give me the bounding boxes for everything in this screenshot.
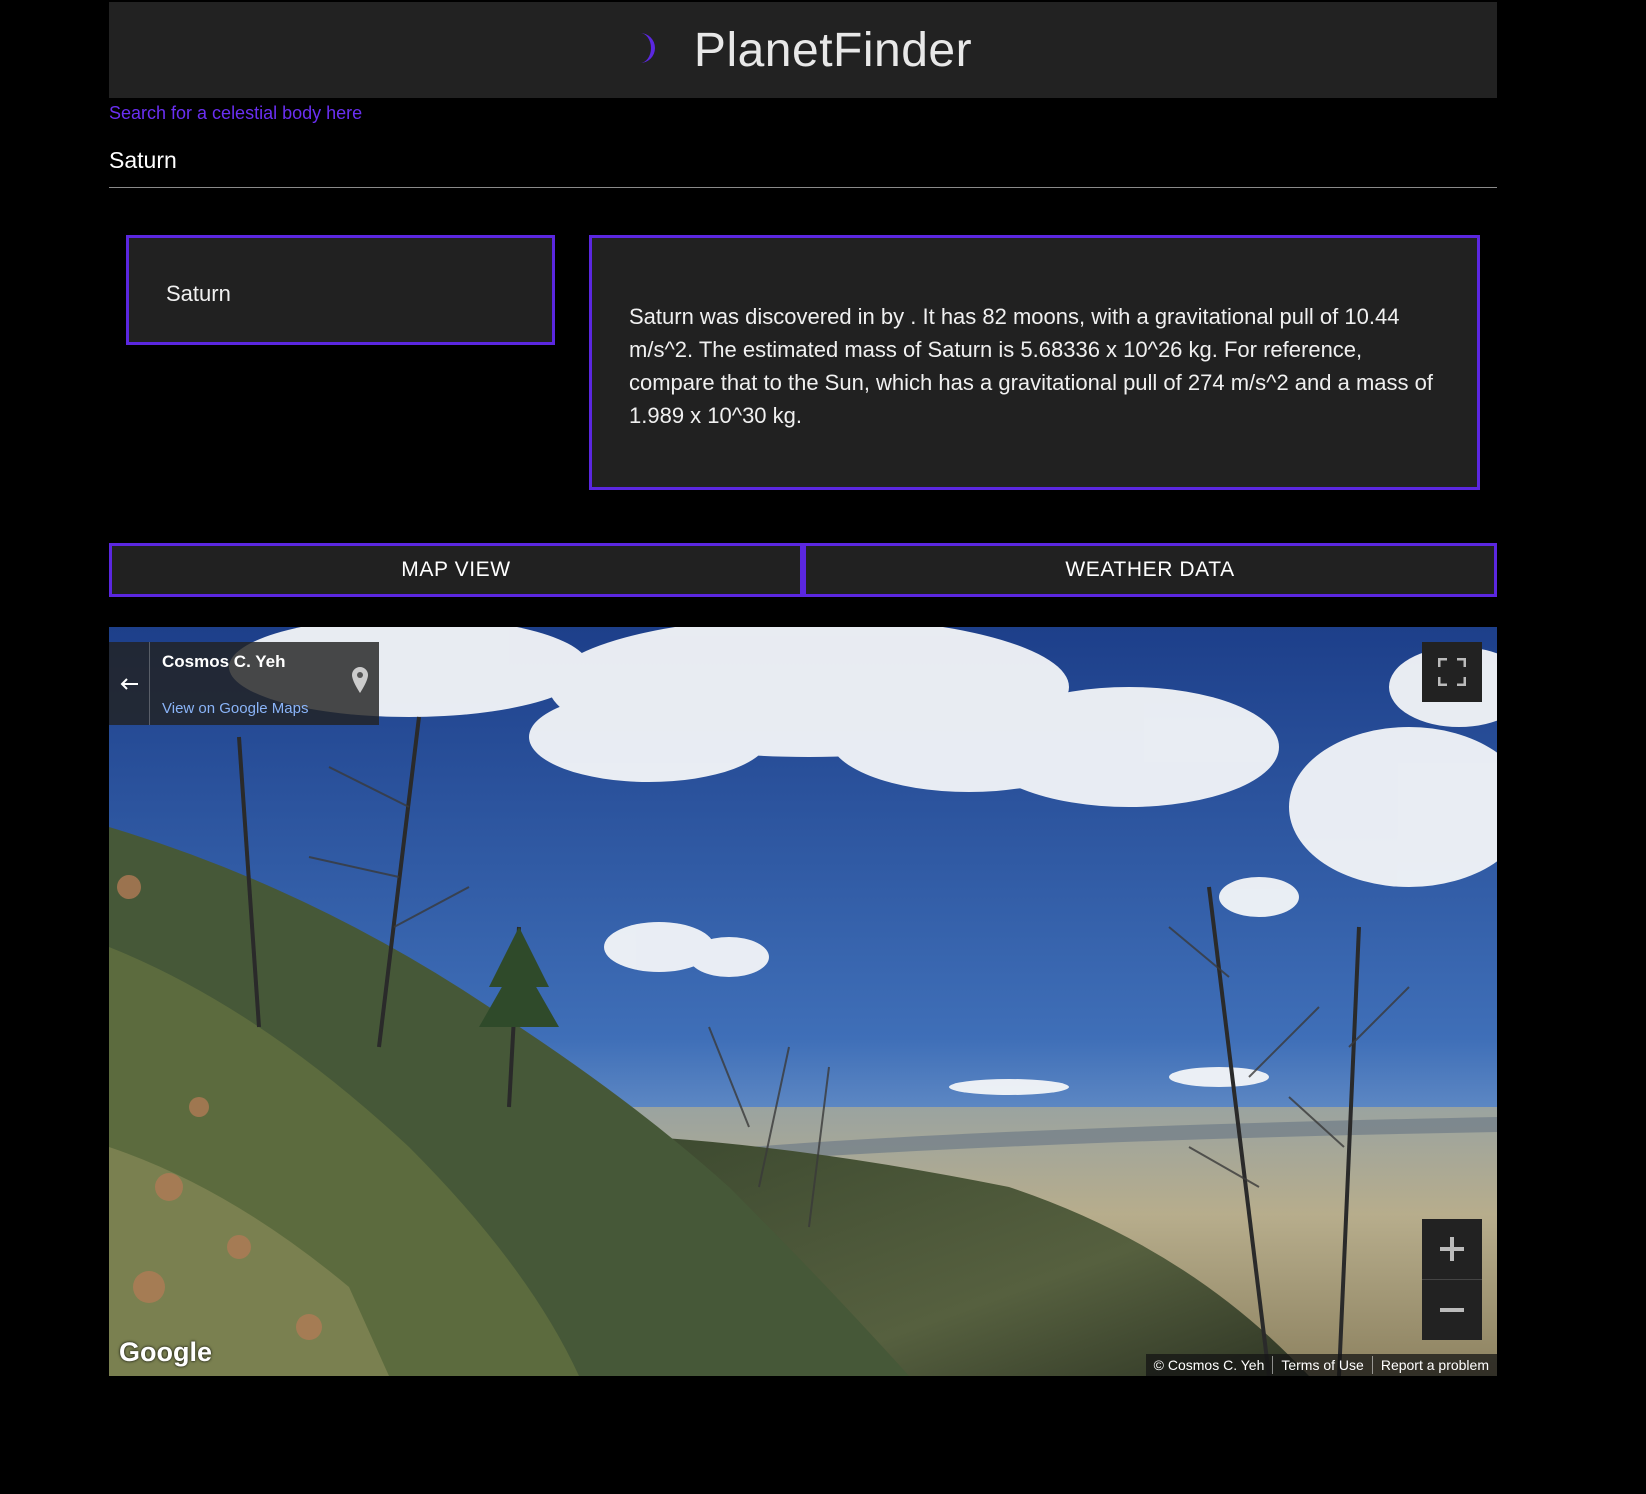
planet-name-card: Saturn [126,235,555,345]
map-attribution-bar: © Cosmos C. Yeh Terms of Use Report a pr… [1145,1354,1497,1376]
place-name: Cosmos C. Yeh [162,652,286,671]
terms-of-use-link[interactable]: Terms of Use [1272,1356,1371,1374]
search-label: Search for a celestial body here [109,103,363,123]
place-info-card: Cosmos C. Yeh View on Google Maps [109,642,379,725]
header-bar: PlanetFinder [109,2,1497,98]
street-view-panorama[interactable]: Cosmos C. Yeh View on Google Maps Google… [109,627,1497,1376]
report-problem-link[interactable]: Report a problem [1371,1356,1497,1374]
arrow-left-icon [120,677,138,690]
google-logo: Google [119,1337,212,1367]
plus-icon [1440,1237,1464,1261]
weather-data-tab[interactable]: WEATHER DATA [803,543,1497,597]
panorama-image [109,627,1497,1376]
planet-name: Saturn [166,281,231,306]
planet-info-card: Saturn was discovered in by . It has 82 … [589,235,1480,490]
map-pin-icon[interactable] [351,666,369,694]
map-view-tab[interactable]: MAP VIEW [109,543,803,597]
zoom-out-button[interactable] [1422,1280,1482,1340]
moon-icon [639,33,655,63]
view-on-google-maps-link[interactable]: View on Google Maps [162,700,308,717]
fullscreen-button[interactable] [1422,642,1482,702]
back-button[interactable] [109,642,150,725]
zoom-in-button[interactable] [1422,1219,1482,1280]
app-title: PlanetFinder [693,23,973,77]
search-input[interactable] [109,134,1497,188]
minus-icon [1440,1308,1464,1312]
planet-description: Saturn was discovered in by . It has 82 … [629,304,1433,428]
copyright-text: © Cosmos C. Yeh [1153,1357,1265,1373]
place-details: Cosmos C. Yeh View on Google Maps [150,642,379,725]
fullscreen-icon [1438,658,1466,686]
